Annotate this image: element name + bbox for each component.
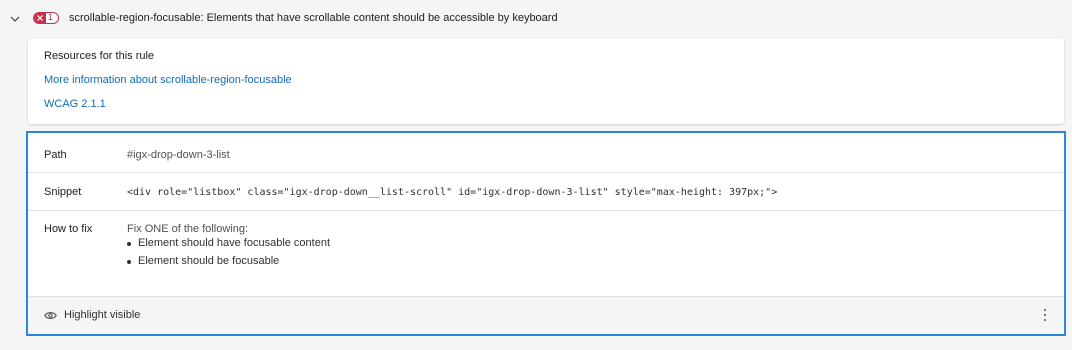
path-value: #igx-drop-down-3-list	[127, 149, 230, 161]
rule-description: Elements that have scrollable content sh…	[203, 12, 558, 24]
path-row: Path #igx-drop-down-3-list	[28, 133, 1064, 173]
snippet-value: <div role="listbox" class="igx-drop-down…	[127, 187, 778, 198]
details-footer: Highlight visible	[28, 297, 1064, 334]
error-x-icon	[34, 13, 46, 23]
eye-icon	[44, 312, 57, 319]
snippet-row: Snippet <div role="listbox" class="igx-d…	[28, 173, 1064, 211]
more-vertical-icon[interactable]	[1043, 308, 1047, 322]
how-to-fix-content: Fix ONE of the following: Element should…	[127, 223, 330, 272]
chevron-down-icon[interactable]	[9, 13, 21, 25]
wcag-link[interactable]: WCAG 2.1.1	[44, 98, 106, 110]
rule-title: scrollable-region-focusable: Elements th…	[69, 12, 558, 24]
rule-header[interactable]: 1 scrollable-region-focusable: Elements …	[0, 0, 1072, 38]
failure-count: 1	[48, 12, 54, 22]
path-label: Path	[44, 149, 67, 161]
snippet-label: Snippet	[44, 186, 82, 198]
how-to-fix-item: Element should be focusable	[127, 254, 330, 272]
how-to-fix-row: How to fix Fix ONE of the following: Ele…	[28, 211, 1064, 297]
resources-card: Resources for this rule More information…	[28, 38, 1064, 124]
resources-heading: Resources for this rule	[44, 50, 155, 62]
how-to-fix-label: How to fix	[44, 223, 93, 235]
how-to-fix-list: Element should have focusable content El…	[127, 236, 330, 272]
how-to-fix-intro: Fix ONE of the following:	[127, 223, 249, 235]
highlight-visible-toggle[interactable]: Highlight visible	[64, 309, 140, 321]
how-to-fix-item: Element should have focusable content	[127, 236, 330, 254]
failure-count-badge: 1	[33, 12, 59, 24]
more-info-link[interactable]: More information about scrollable-region…	[44, 74, 292, 86]
rule-id: scrollable-region-focusable	[69, 12, 201, 24]
failure-details-card: Path #igx-drop-down-3-list Snippet <div …	[26, 131, 1066, 336]
